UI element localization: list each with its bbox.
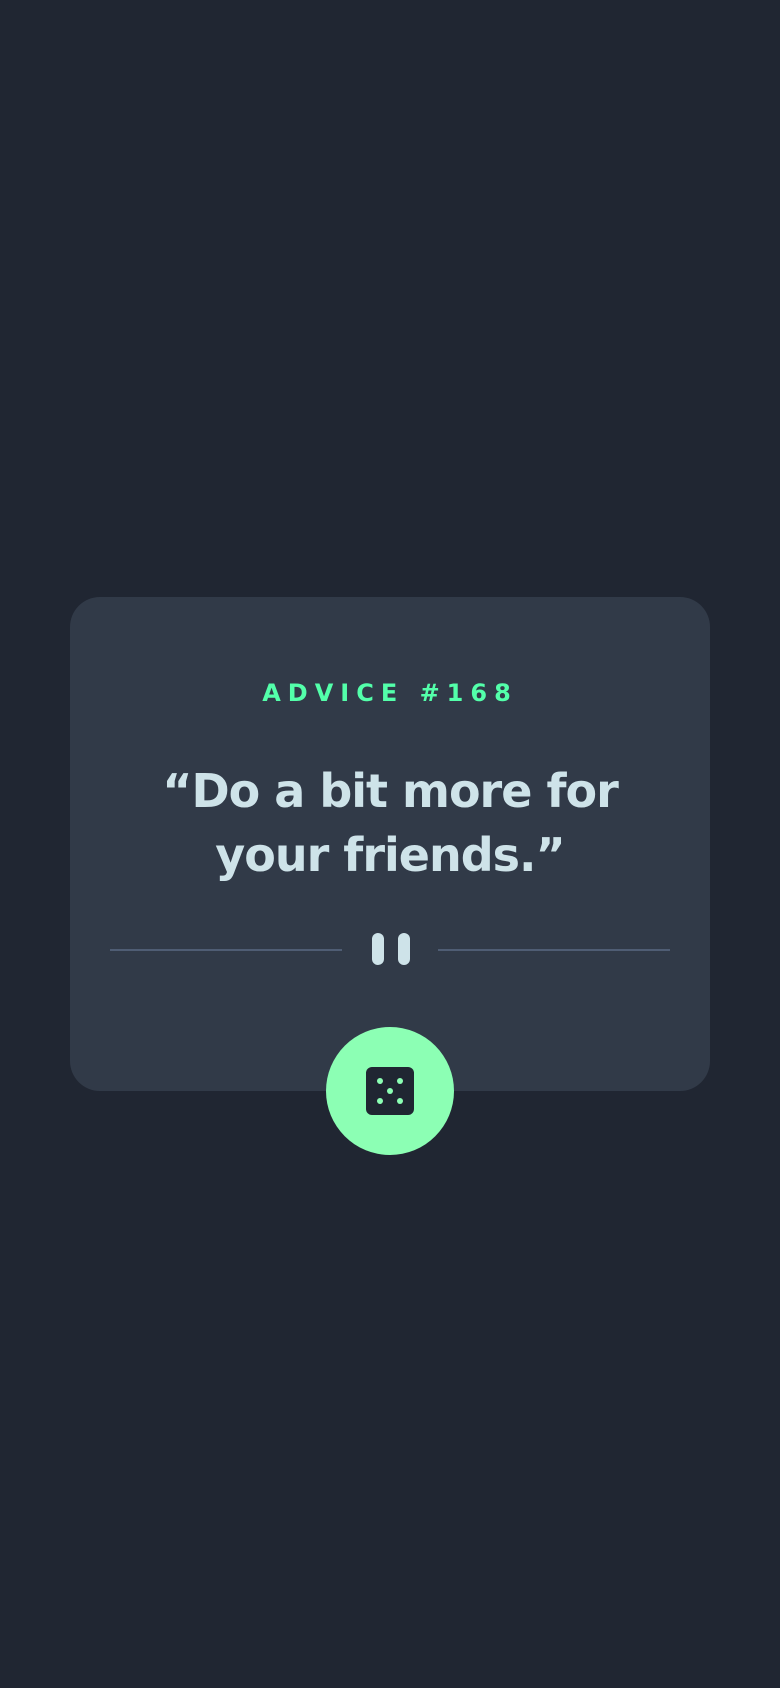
divider [110,933,670,967]
advice-card: ADVICE #168 “Do a bit more for your frie… [70,597,710,1091]
generate-advice-button[interactable] [326,1027,454,1155]
pause-icon [372,933,410,967]
pause-bar-right [398,933,410,965]
advice-number: ADVICE #168 [262,679,518,707]
advice-quote: “Do a bit more for your friends.” [162,764,619,882]
pause-bar-left [372,933,384,965]
divider-line-right [438,949,670,951]
divider-line-left [110,949,342,951]
dice-icon [366,1067,414,1115]
